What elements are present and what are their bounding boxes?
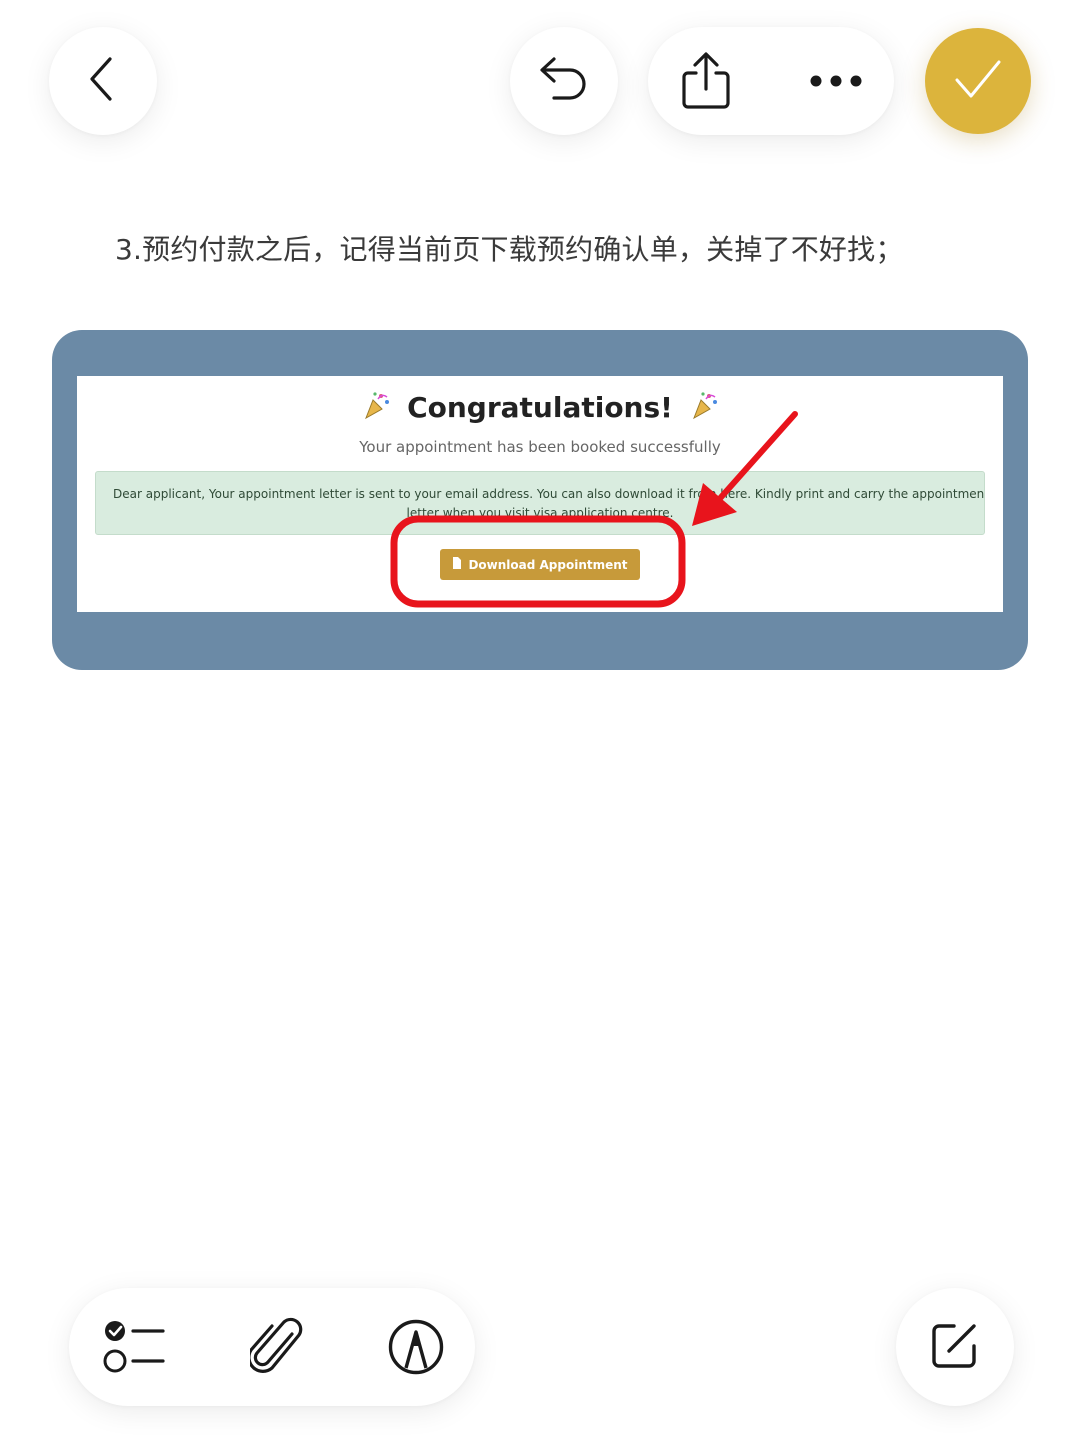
- note-text-line[interactable]: 3.预约付款之后，记得当前页下载预约确认单，关掉了不好找；: [115, 228, 904, 268]
- share-icon[interactable]: [678, 51, 734, 111]
- compose-icon: [930, 1320, 980, 1374]
- download-appointment-button: Download Appointment: [440, 549, 640, 580]
- back-button[interactable]: [49, 27, 157, 135]
- done-button[interactable]: [925, 28, 1031, 134]
- paperclip-icon[interactable]: [247, 1316, 306, 1382]
- alert-text-line-1: Dear applicant, Your appointment letter …: [113, 487, 985, 501]
- success-alert-box: Dear applicant, Your appointment letter …: [95, 471, 985, 535]
- document-icon: [452, 557, 462, 572]
- party-popper-icon: [361, 390, 391, 427]
- congratulations-heading: Congratulations!: [77, 390, 1003, 427]
- bottom-toolbar: [69, 1288, 475, 1406]
- checklist-icon[interactable]: [103, 1319, 165, 1379]
- undo-button[interactable]: [510, 27, 618, 135]
- screenshot-title: Congratulations!: [407, 390, 673, 424]
- screenshot-subtitle: Your appointment has been booked success…: [359, 438, 721, 456]
- alert-text-line-2: letter when you visit visa application c…: [406, 506, 674, 520]
- more-horizontal-icon[interactable]: [808, 67, 864, 95]
- top-action-pill: [648, 27, 894, 135]
- chevron-left-icon: [83, 54, 123, 108]
- download-appointment-label: Download Appointment: [468, 557, 628, 572]
- party-popper-icon: [689, 390, 719, 427]
- compose-button[interactable]: [896, 1288, 1014, 1406]
- undo-icon: [538, 55, 590, 107]
- attached-screenshot: Congratulations! Your appointment has be…: [77, 376, 1003, 612]
- markup-pen-icon[interactable]: [387, 1318, 445, 1380]
- image-attachment[interactable]: Congratulations! Your appointment has be…: [52, 330, 1028, 670]
- checkmark-icon: [953, 58, 1003, 104]
